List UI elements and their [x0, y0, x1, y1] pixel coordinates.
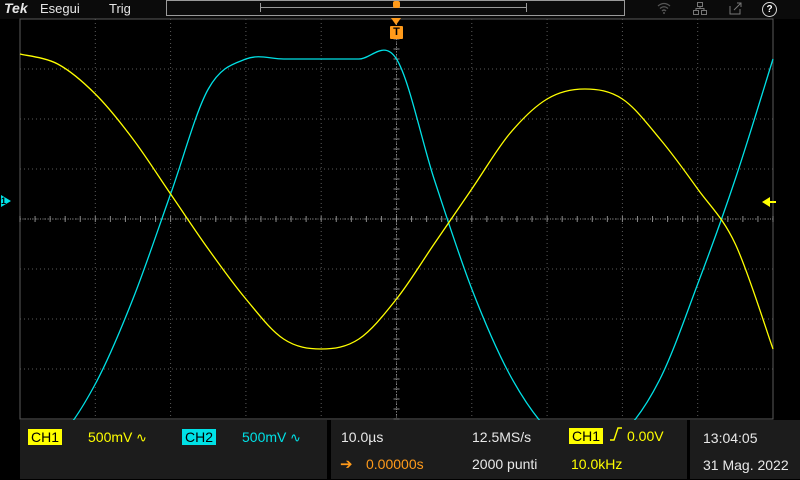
record-length[interactable]: 2000 punti — [472, 456, 537, 472]
ch2-scale[interactable]: 500mV — [242, 429, 286, 445]
clock-panel: 13:04:05 31 Mag. 2022 — [690, 420, 800, 479]
sample-rate[interactable]: 12.5MS/s — [472, 429, 531, 445]
channel-panel: CH1 500mV ∿ CH2 500mV ∿ — [20, 420, 327, 479]
sine-icon: ∿ — [136, 430, 147, 445]
clock-date: 31 Mag. 2022 — [703, 457, 789, 473]
ch1-scale[interactable]: 500mV — [88, 429, 132, 445]
horizontal-position[interactable]: 0.00000s — [366, 456, 424, 472]
waveform-display[interactable] — [0, 0, 800, 420]
trigger-frequency: 10.0kHz — [571, 456, 623, 472]
ch1-badge[interactable]: CH1 — [28, 429, 63, 445]
trigger-position-marker[interactable]: T — [390, 26, 403, 39]
trigger-source-badge[interactable]: CH1 — [569, 428, 604, 444]
arrow-right-icon: ➔ — [340, 456, 353, 473]
time-per-div[interactable]: 10.0µs — [341, 429, 383, 445]
trigger-level-tick — [768, 201, 776, 203]
ch2-badge[interactable]: CH2 — [182, 429, 217, 445]
ch1-ground-marker-label: 1 — [1, 196, 7, 206]
sine-icon: ∿ — [290, 430, 301, 445]
trigger-level[interactable]: 0.00V — [627, 428, 664, 444]
horizontal-trigger-panel: 10.0µs ➔ 0.00000s 12.5MS/s 2000 punti CH… — [331, 420, 687, 479]
trigger-edge-icon — [609, 426, 623, 447]
graticule-grid — [19, 18, 774, 420]
trigger-position-arrow — [391, 18, 401, 25]
clock-time: 13:04:05 — [703, 430, 758, 446]
